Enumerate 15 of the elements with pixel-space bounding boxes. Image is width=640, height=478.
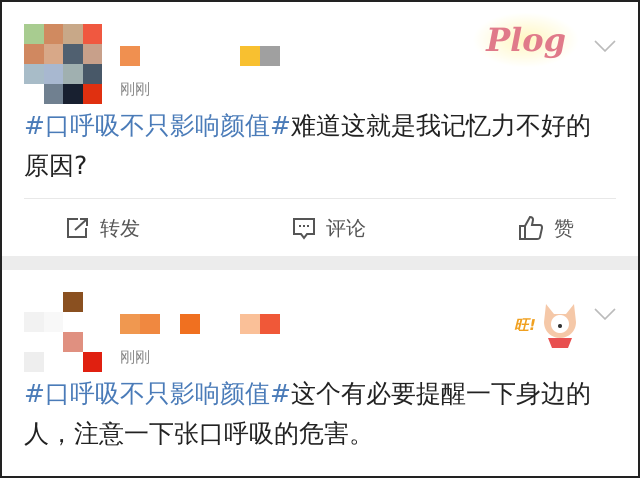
comment-button[interactable]: 评论 <box>292 212 366 242</box>
post-time: 刚刚 <box>120 79 151 100</box>
post-time: 刚刚 <box>120 347 151 368</box>
hashtag-link[interactable]: #口呼吸不只影响颜值# <box>24 379 291 408</box>
thumbs-up-icon <box>518 214 544 240</box>
comment-icon <box>292 216 316 240</box>
like-button[interactable]: 赞 <box>518 212 574 242</box>
share-button[interactable]: 转发 <box>66 212 140 242</box>
share-icon <box>66 216 90 238</box>
pixelated-avatar[interactable] <box>24 24 102 104</box>
post-text: #口呼吸不只影响颜值#难道这就是我记忆力不好的原因? <box>24 110 592 182</box>
hashtag-link[interactable]: #口呼吸不只影响颜值# <box>24 111 291 140</box>
card-sticker: 旺! <box>514 300 580 350</box>
pixelated-avatar[interactable] <box>24 292 102 372</box>
post-text: #口呼吸不只影响颜值#这个有必要提醒一下身边的人，注意一下张口呼吸的危害。 <box>24 378 592 450</box>
